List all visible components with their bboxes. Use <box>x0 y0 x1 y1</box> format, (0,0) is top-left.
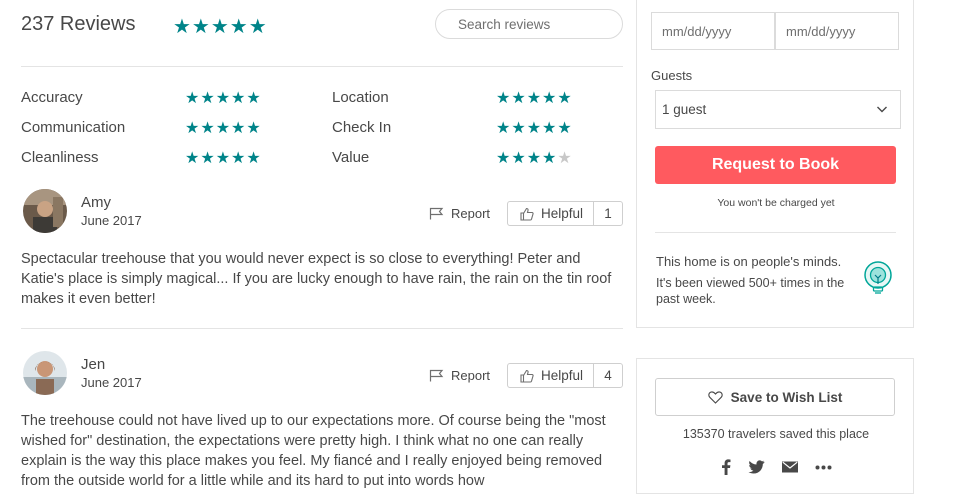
wish-list-card: Save to Wish List 135370 travelers saved… <box>636 358 914 494</box>
helpful-count: 4 <box>604 368 612 383</box>
category-stars-cleanliness: ★★★★★ <box>185 150 262 167</box>
thumbs-up-icon <box>520 369 534 383</box>
guests-value: 1 guest <box>662 102 707 117</box>
category-label-check-in: Check In <box>332 119 392 136</box>
more-icon[interactable] <box>815 465 832 470</box>
report-label: Report <box>451 368 491 383</box>
reviewer-name[interactable]: Amy <box>81 194 111 211</box>
reviews-section: 237 Reviews ★★★★★ Accuracy ★★★★★ Communi… <box>21 0 623 504</box>
report-label: Report <box>451 206 491 221</box>
checkout-date-field[interactable]: mm/dd/yyyy <box>775 12 899 50</box>
heart-icon <box>707 390 723 404</box>
category-stars-check-in: ★★★★★ <box>496 120 573 137</box>
save-to-wish-list-button[interactable]: Save to Wish List <box>655 378 895 416</box>
avatar[interactable] <box>23 351 67 395</box>
not-charged-note: You won't be charged yet <box>717 197 835 209</box>
email-icon[interactable] <box>782 461 798 473</box>
helpful-count: 1 <box>604 206 612 221</box>
value-partial-star: ★ <box>557 150 573 167</box>
review-date: June 2017 <box>81 213 142 228</box>
review-date: June 2017 <box>81 375 142 390</box>
checkin-date-field[interactable]: mm/dd/yyyy <box>651 12 775 50</box>
divider <box>655 232 896 233</box>
request-to-book-button[interactable]: Request to Book <box>655 146 896 184</box>
share-buttons <box>721 459 832 475</box>
helpful-button[interactable]: Helpful 1 <box>507 201 623 226</box>
category-stars-communication: ★★★★★ <box>185 120 262 137</box>
save-label: Save to Wish List <box>730 389 843 405</box>
category-stars-location: ★★★★★ <box>496 90 573 107</box>
chevron-down-icon <box>877 106 887 113</box>
avatar-photo <box>23 189 67 233</box>
flag-icon <box>429 369 444 382</box>
thumbs-up-icon <box>520 207 534 221</box>
avatar-photo <box>23 351 67 395</box>
lightbulb-icon <box>864 261 892 294</box>
category-label-accuracy: Accuracy <box>21 89 83 106</box>
twitter-icon[interactable] <box>748 460 765 474</box>
report-button[interactable]: Report <box>429 368 490 383</box>
guests-select[interactable]: 1 guest <box>655 90 901 129</box>
search-reviews-input[interactable] <box>435 9 623 39</box>
flag-icon <box>429 207 444 220</box>
divider <box>21 66 623 67</box>
popularity-text: It's been viewed 500+ times in the past … <box>656 276 845 306</box>
divider <box>21 328 623 329</box>
value-full-stars: ★★★★ <box>496 150 558 167</box>
category-stars-accuracy: ★★★★★ <box>185 90 262 107</box>
category-label-location: Location <box>332 89 389 106</box>
review-text: Spectacular treehouse that you would nev… <box>21 251 612 307</box>
saved-count-text: 135370 travelers saved this place <box>682 427 870 441</box>
facebook-icon[interactable] <box>721 459 731 475</box>
category-stars-value: ★★★★★ <box>496 148 573 168</box>
category-label-value: Value <box>332 149 370 166</box>
avatar[interactable] <box>23 189 67 233</box>
reviews-count: 237 Reviews <box>21 13 136 35</box>
report-button[interactable]: Report <box>429 206 490 221</box>
overall-rating-stars: ★★★★★ <box>173 16 268 38</box>
category-label-communication: Communication <box>21 119 126 136</box>
guests-label: Guests <box>651 68 693 83</box>
review-text: The treehouse could not have lived up to… <box>21 413 606 489</box>
booking-card: mm/dd/yyyy mm/dd/yyyy Guests 1 guest Req… <box>636 0 914 328</box>
popularity-title: This home is on people's minds. <box>656 254 842 269</box>
helpful-label: Helpful <box>541 206 584 221</box>
helpful-button[interactable]: Helpful 4 <box>507 363 623 388</box>
helpful-label: Helpful <box>541 368 584 383</box>
reviewer-name[interactable]: Jen <box>81 356 105 373</box>
category-label-cleanliness: Cleanliness <box>21 149 99 166</box>
